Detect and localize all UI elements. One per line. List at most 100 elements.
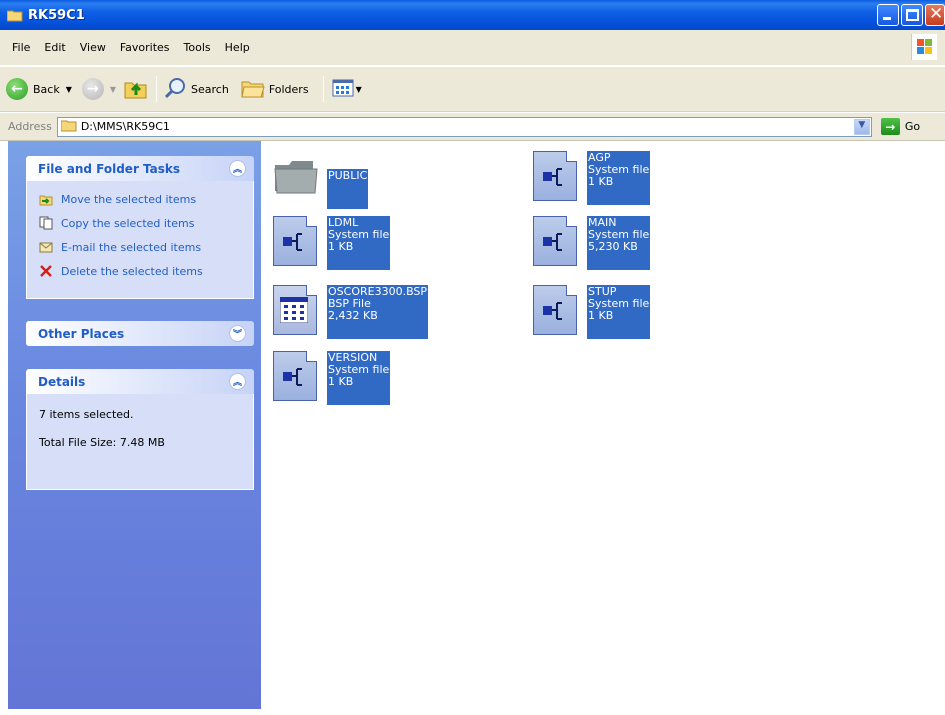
minimize-icon [883, 17, 891, 20]
task-email[interactable]: E-mail the selected items [27, 235, 253, 259]
file-label: AGP System file 1 KB [587, 151, 651, 205]
system-file-icon [271, 347, 319, 405]
other-places-panel: Other Places ︾ [26, 321, 254, 346]
folders-label: Folders [268, 82, 309, 96]
folders-icon [241, 78, 265, 101]
task-pane: File and Folder Tasks ︽ Move the selecte… [8, 141, 261, 709]
file-item-ldml[interactable]: LDML System file 1 KB [271, 212, 391, 270]
address-value: D:\MMS\RK59C1 [80, 120, 170, 133]
close-icon: ✕ [929, 4, 944, 24]
window-title: RK59C1 [28, 7, 85, 23]
file-item-main[interactable]: MAIN System file 5,230 KB [531, 212, 651, 270]
system-file-icon [531, 281, 579, 339]
total-size-text: Total File Size: 7.48 MB [39, 436, 165, 449]
file-item-version[interactable]: VERSION System file 1 KB [271, 347, 391, 405]
search-label: Search [191, 82, 229, 96]
toolbar-separator [322, 76, 324, 102]
file-folder-tasks-header[interactable]: File and Folder Tasks ︽ [26, 156, 254, 181]
back-dropdown-icon[interactable]: ▼ [66, 85, 72, 94]
address-input[interactable]: D:\MMS\RK59C1 ▼ [56, 116, 872, 137]
search-button[interactable]: Search [164, 77, 229, 102]
search-icon [164, 77, 187, 102]
menu-bar: File Edit View Favorites Tools Help [0, 30, 945, 66]
go-label: Go [904, 120, 921, 133]
file-label: STUP System file 1 KB [587, 285, 651, 339]
file-item-stup[interactable]: STUP System file 1 KB [531, 281, 651, 339]
forward-button[interactable]: → ▼ [81, 78, 116, 100]
title-bar[interactable]: RK59C1 ✕ [0, 0, 945, 30]
move-icon [39, 192, 53, 206]
file-size: 2,432 KB [328, 309, 378, 322]
panel-title: Other Places [38, 326, 125, 341]
file-folder-tasks-panel: File and Folder Tasks ︽ Move the selecte… [26, 156, 254, 299]
task-move[interactable]: Move the selected items [27, 187, 253, 211]
back-button[interactable]: ← Back ▼ [6, 78, 72, 100]
views-dropdown-icon[interactable]: ▼ [356, 85, 362, 94]
task-delete-label: Delete the selected items [61, 264, 203, 278]
back-arrow-icon: ← [6, 78, 28, 100]
selected-count-text: 7 items selected. [39, 408, 134, 421]
other-places-header[interactable]: Other Places ︾ [26, 321, 254, 346]
task-email-label: E-mail the selected items [61, 240, 202, 254]
task-move-label: Move the selected items [61, 192, 197, 206]
task-delete[interactable]: Delete the selected items [27, 259, 253, 283]
folders-button[interactable]: Folders [241, 78, 309, 101]
go-button[interactable]: → Go [880, 118, 921, 135]
views-icon [332, 79, 354, 100]
menu-favorites[interactable]: Favorites [113, 41, 177, 54]
folder-icon [60, 119, 77, 135]
folder-icon [6, 9, 23, 22]
address-label: Address [8, 120, 52, 133]
toolbar-separator [156, 76, 158, 102]
delete-icon [39, 264, 53, 278]
file-list[interactable]: PUBLIC AGP System file 1 KB LDML System … [261, 141, 945, 715]
bsp-file-icon [271, 281, 319, 339]
details-panel: Details ︽ 7 items selected. Total File S… [26, 369, 254, 490]
file-label: OSCORE3300.BSP BSP File 2,432 KB [327, 285, 429, 339]
windows-logo-icon [911, 34, 937, 60]
collapse-icon[interactable]: ︽ [229, 373, 246, 390]
address-dropdown-icon[interactable]: ▼ [853, 118, 870, 135]
email-icon [39, 240, 53, 254]
expand-icon[interactable]: ︾ [229, 325, 246, 342]
details-header[interactable]: Details ︽ [26, 369, 254, 394]
minimize-button[interactable] [877, 4, 899, 26]
task-copy-label: Copy the selected items [61, 216, 195, 230]
file-size: 5,230 KB [588, 240, 638, 253]
forward-dropdown-icon[interactable]: ▼ [110, 85, 116, 94]
file-name: PUBLIC [328, 169, 368, 182]
details-body: 7 items selected. Total File Size: 7.48 … [26, 394, 254, 490]
collapse-icon[interactable]: ︽ [229, 160, 246, 177]
forward-arrow-icon: → [81, 78, 104, 100]
menu-edit[interactable]: Edit [37, 41, 72, 54]
file-size: 1 KB [328, 240, 354, 253]
up-folder-button[interactable] [124, 77, 148, 102]
file-item-oscore3300-bsp[interactable]: OSCORE3300.BSP BSP File 2,432 KB [271, 281, 429, 339]
menu-file[interactable]: File [0, 41, 37, 54]
file-folder-tasks-body: Move the selected items Copy the selecte… [26, 181, 254, 299]
maximize-button[interactable] [901, 4, 923, 26]
close-button[interactable]: ✕ [925, 4, 945, 26]
task-copy[interactable]: Copy the selected items [27, 211, 253, 235]
file-size: 1 KB [328, 375, 354, 388]
menu-help[interactable]: Help [218, 41, 257, 54]
maximize-icon [906, 9, 919, 21]
file-item-agp[interactable]: AGP System file 1 KB [531, 147, 651, 205]
file-size: 1 KB [588, 175, 614, 188]
menu-tools[interactable]: Tools [177, 41, 218, 54]
address-bar: Address D:\MMS\RK59C1 ▼ → Go [0, 113, 945, 141]
panel-title: Details [38, 374, 86, 389]
file-label: PUBLIC [327, 169, 369, 209]
views-button[interactable]: ▼ [332, 79, 362, 100]
menu-view[interactable]: View [73, 41, 113, 54]
go-arrow-icon: → [880, 118, 900, 135]
file-size: 1 KB [588, 309, 614, 322]
panel-title: File and Folder Tasks [38, 161, 181, 176]
file-label: MAIN System file 5,230 KB [587, 216, 651, 270]
system-file-icon [531, 212, 579, 270]
file-label: LDML System file 1 KB [327, 216, 391, 270]
file-label: VERSION System file 1 KB [327, 351, 391, 405]
system-file-icon [531, 147, 579, 205]
up-folder-icon [124, 77, 148, 102]
file-item-public[interactable]: PUBLIC [271, 151, 369, 209]
